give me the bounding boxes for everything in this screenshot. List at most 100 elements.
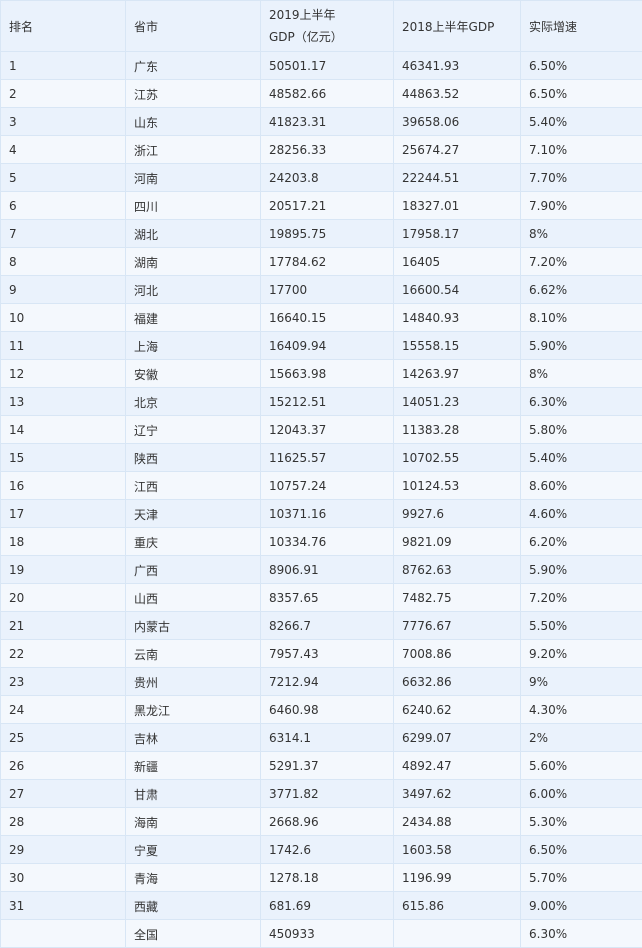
cell-rank: 6 — [1, 192, 126, 220]
cell-gdp-2018: 4892.47 — [394, 752, 521, 780]
cell-province: 湖南 — [126, 248, 261, 276]
cell-gdp-2018: 18327.01 — [394, 192, 521, 220]
cell-gdp-2019: 16640.15 — [261, 304, 394, 332]
cell-gdp-2018: 16405 — [394, 248, 521, 276]
cell-growth: 5.50% — [521, 612, 642, 640]
cell-rank: 29 — [1, 836, 126, 864]
cell-gdp-2019: 11625.57 — [261, 444, 394, 472]
cell-gdp-2018: 14840.93 — [394, 304, 521, 332]
table-body: 1广东50501.1746341.936.50%2江苏48582.6644863… — [1, 52, 642, 948]
cell-province: 浙江 — [126, 136, 261, 164]
cell-gdp-2019: 8906.91 — [261, 556, 394, 584]
cell-gdp-2019: 8357.65 — [261, 584, 394, 612]
cell-gdp-2019: 2668.96 — [261, 808, 394, 836]
table-row: 20山西8357.657482.757.20% — [1, 584, 642, 612]
cell-gdp-2019: 17784.62 — [261, 248, 394, 276]
cell-growth: 8.10% — [521, 304, 642, 332]
cell-rank: 25 — [1, 724, 126, 752]
cell-province: 辽宁 — [126, 416, 261, 444]
cell-rank: 23 — [1, 668, 126, 696]
cell-growth: 9% — [521, 668, 642, 696]
cell-province: 山西 — [126, 584, 261, 612]
cell-growth: 7.90% — [521, 192, 642, 220]
cell-province: 北京 — [126, 388, 261, 416]
table-row: 6四川20517.2118327.017.90% — [1, 192, 642, 220]
cell-gdp-2019: 7957.43 — [261, 640, 394, 668]
cell-gdp-2018: 9927.6 — [394, 500, 521, 528]
cell-gdp-2018: 22244.51 — [394, 164, 521, 192]
table-row: 30青海1278.181196.995.70% — [1, 864, 642, 892]
cell-gdp-2019: 1278.18 — [261, 864, 394, 892]
cell-province: 四川 — [126, 192, 261, 220]
cell-gdp-2019: 16409.94 — [261, 332, 394, 360]
cell-growth: 2% — [521, 724, 642, 752]
cell-gdp-2018: 615.86 — [394, 892, 521, 920]
cell-rank: 12 — [1, 360, 126, 388]
cell-growth: 5.70% — [521, 864, 642, 892]
table-row: 31西藏681.69615.869.00% — [1, 892, 642, 920]
cell-gdp-2019: 48582.66 — [261, 80, 394, 108]
cell-gdp-2018: 11383.28 — [394, 416, 521, 444]
cell-gdp-2018: 6240.62 — [394, 696, 521, 724]
header-gdp-2018: 2018上半年GDP — [394, 1, 521, 52]
cell-province: 西藏 — [126, 892, 261, 920]
cell-rank: 15 — [1, 444, 126, 472]
cell-rank: 1 — [1, 52, 126, 80]
cell-growth: 6.62% — [521, 276, 642, 304]
cell-gdp-2018: 6632.86 — [394, 668, 521, 696]
cell-growth: 6.20% — [521, 528, 642, 556]
cell-gdp-2018: 10702.55 — [394, 444, 521, 472]
cell-province: 黑龙江 — [126, 696, 261, 724]
cell-gdp-2018: 8762.63 — [394, 556, 521, 584]
cell-province: 重庆 — [126, 528, 261, 556]
cell-gdp-2019: 28256.33 — [261, 136, 394, 164]
cell-rank: 3 — [1, 108, 126, 136]
cell-growth: 9.00% — [521, 892, 642, 920]
cell-gdp-2018: 7008.86 — [394, 640, 521, 668]
table-row: 17天津10371.169927.64.60% — [1, 500, 642, 528]
cell-province: 福建 — [126, 304, 261, 332]
cell-gdp-2018: 6299.07 — [394, 724, 521, 752]
cell-gdp-2019: 8266.7 — [261, 612, 394, 640]
cell-gdp-2019: 15663.98 — [261, 360, 394, 388]
cell-gdp-2019: 6460.98 — [261, 696, 394, 724]
cell-rank: 7 — [1, 220, 126, 248]
cell-province: 陕西 — [126, 444, 261, 472]
header-growth: 实际增速 — [521, 1, 642, 52]
cell-rank: 10 — [1, 304, 126, 332]
table-row: 9河北1770016600.546.62% — [1, 276, 642, 304]
cell-gdp-2019: 15212.51 — [261, 388, 394, 416]
cell-gdp-2018: 14263.97 — [394, 360, 521, 388]
cell-province: 吉林 — [126, 724, 261, 752]
cell-growth: 5.80% — [521, 416, 642, 444]
cell-gdp-2018: 10124.53 — [394, 472, 521, 500]
cell-province: 青海 — [126, 864, 261, 892]
table-row: 7湖北19895.7517958.178% — [1, 220, 642, 248]
cell-gdp-2019: 10757.24 — [261, 472, 394, 500]
cell-gdp-2018: 25674.27 — [394, 136, 521, 164]
table-row: 24黑龙江6460.986240.624.30% — [1, 696, 642, 724]
table-row: 4浙江28256.3325674.277.10% — [1, 136, 642, 164]
table-row: 14辽宁12043.3711383.285.80% — [1, 416, 642, 444]
header-gdp-2019: 2019上半年 GDP（亿元） — [261, 1, 394, 52]
table-row: 28海南2668.962434.885.30% — [1, 808, 642, 836]
cell-growth: 7.20% — [521, 584, 642, 612]
cell-province: 内蒙古 — [126, 612, 261, 640]
cell-growth: 6.30% — [521, 920, 642, 948]
header-gdp-2019-line1: 2019上半年 — [269, 4, 393, 26]
cell-growth: 5.40% — [521, 108, 642, 136]
cell-province: 山东 — [126, 108, 261, 136]
cell-growth: 7.70% — [521, 164, 642, 192]
cell-rank: 16 — [1, 472, 126, 500]
table-header: 排名 省市 2019上半年 GDP（亿元） 2018上半年GDP 实际增速 — [1, 1, 642, 52]
cell-gdp-2019: 20517.21 — [261, 192, 394, 220]
table-row: 3山东41823.3139658.065.40% — [1, 108, 642, 136]
header-row: 排名 省市 2019上半年 GDP（亿元） 2018上半年GDP 实际增速 — [1, 1, 642, 52]
cell-growth: 5.60% — [521, 752, 642, 780]
cell-gdp-2018: 16600.54 — [394, 276, 521, 304]
cell-growth: 6.50% — [521, 836, 642, 864]
table-row: 5河南24203.822244.517.70% — [1, 164, 642, 192]
cell-rank: 9 — [1, 276, 126, 304]
cell-gdp-2018 — [394, 920, 521, 948]
table-row: 10福建16640.1514840.938.10% — [1, 304, 642, 332]
